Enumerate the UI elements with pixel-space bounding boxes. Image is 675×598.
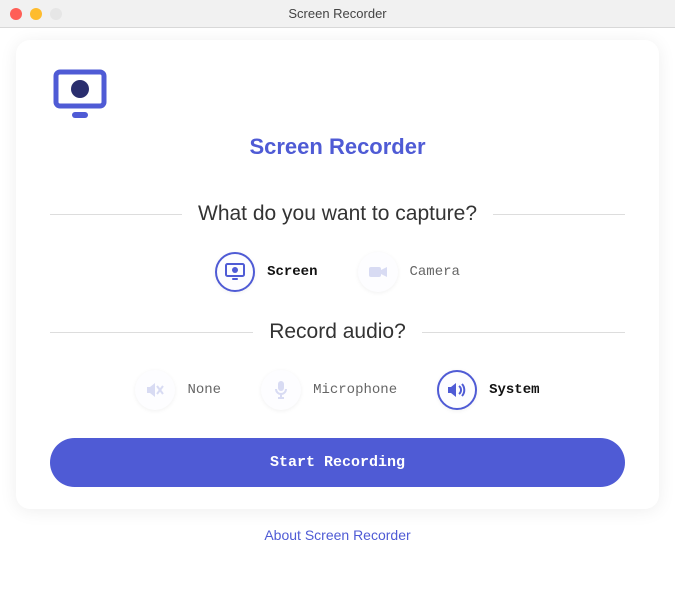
capture-options: Screen Camera: [50, 252, 625, 292]
microphone-icon: [274, 380, 288, 400]
audio-option-label: Microphone: [313, 382, 397, 398]
close-window-button[interactable]: [10, 8, 22, 20]
screen-icon: [225, 263, 245, 281]
capture-option-label: Screen: [267, 264, 317, 280]
capture-option-screen[interactable]: Screen: [215, 252, 317, 292]
minimize-window-button[interactable]: [30, 8, 42, 20]
audio-section: Record audio? None: [50, 320, 625, 410]
about-link[interactable]: About Screen Recorder: [0, 527, 675, 543]
capture-option-camera[interactable]: Camera: [358, 252, 460, 292]
monitor-record-icon: [50, 68, 625, 124]
app-logo: [50, 68, 625, 124]
audio-option-system[interactable]: System: [437, 370, 539, 410]
maximize-window-button[interactable]: [50, 8, 62, 20]
divider: [50, 332, 253, 333]
camera-icon: [368, 265, 388, 279]
capture-heading: What do you want to capture?: [198, 202, 477, 226]
window-title: Screen Recorder: [0, 6, 675, 21]
titlebar: Screen Recorder: [0, 0, 675, 28]
start-recording-button[interactable]: Start Recording: [50, 438, 625, 487]
divider: [422, 332, 625, 333]
app-heading: Screen Recorder: [50, 134, 625, 160]
audio-option-label: System: [489, 382, 539, 398]
main-card: Screen Recorder What do you want to capt…: [16, 40, 659, 509]
audio-option-label: None: [187, 382, 221, 398]
audio-option-microphone[interactable]: Microphone: [261, 370, 397, 410]
audio-option-none[interactable]: None: [135, 370, 221, 410]
audio-options: None Microphone: [50, 370, 625, 410]
window-controls: [10, 8, 62, 20]
divider: [50, 214, 182, 215]
mute-icon: [145, 382, 165, 398]
audio-heading: Record audio?: [269, 320, 406, 344]
divider: [493, 214, 625, 215]
capture-option-label: Camera: [410, 264, 460, 280]
capture-section: What do you want to capture? Screen: [50, 202, 625, 292]
speaker-icon: [446, 381, 468, 399]
